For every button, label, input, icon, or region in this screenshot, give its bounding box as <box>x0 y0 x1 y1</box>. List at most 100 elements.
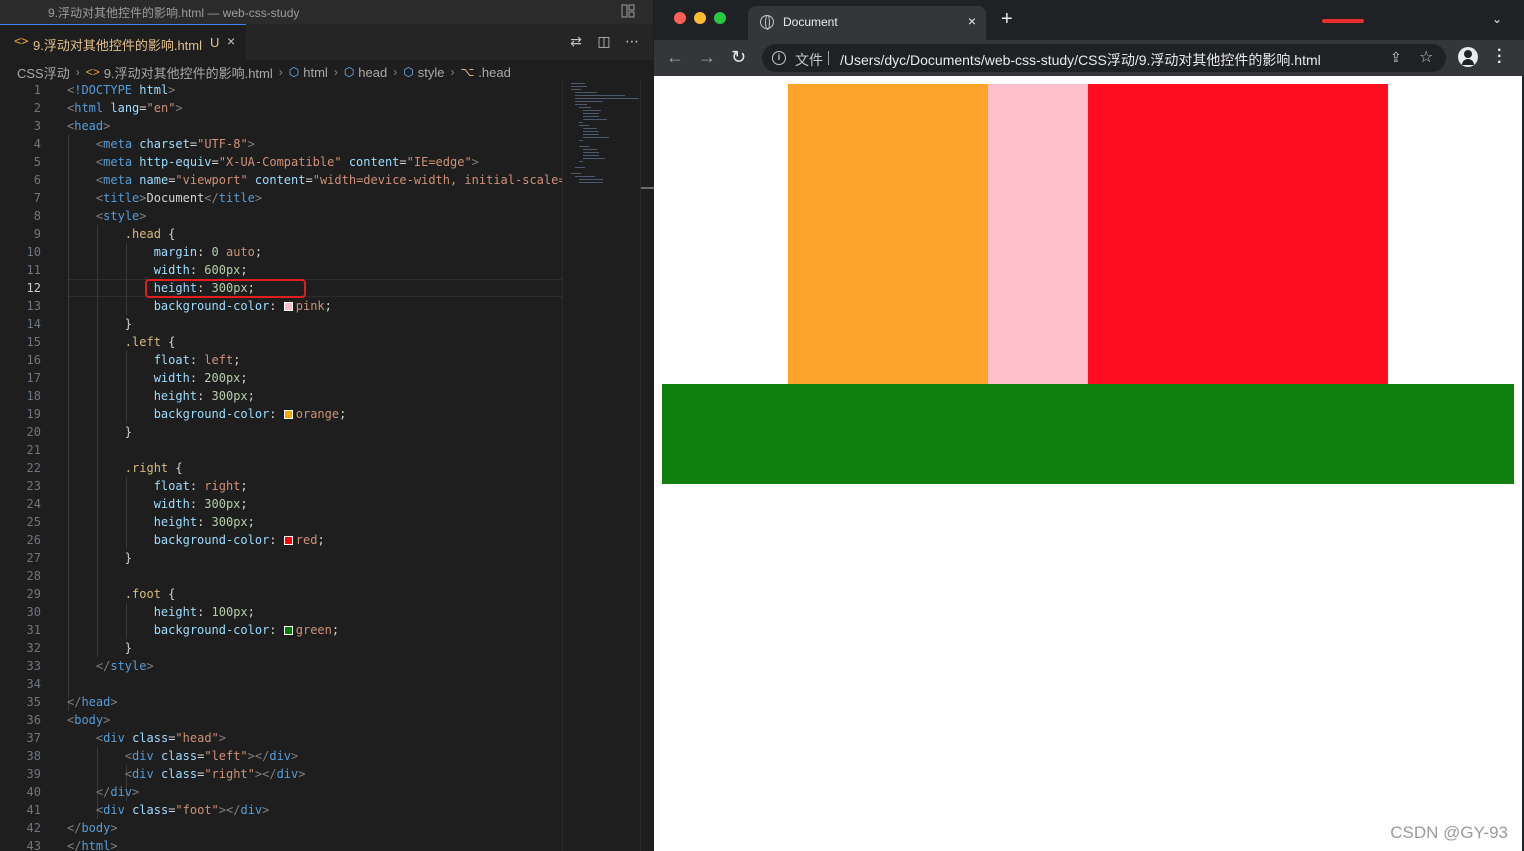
code-line: 11 width: 600px; <box>26 263 248 277</box>
cube-icon: ⬡ <box>343 65 355 79</box>
code-line: 25 height: 300px; <box>26 515 255 529</box>
maximize-window-button[interactable] <box>714 12 726 24</box>
code-line: 3 <head> <box>33 119 111 133</box>
url-scheme: 文件 <box>795 52 823 68</box>
code-line: 43 </html> <box>26 839 118 851</box>
code-line: 2 <html lang="en"> <box>33 101 183 115</box>
code-line: 8 <style> <box>33 209 147 223</box>
kebab-menu-icon[interactable]: · · · <box>1497 43 1502 71</box>
chevron-right-icon: › <box>393 65 398 79</box>
foot-div <box>662 384 1514 484</box>
bookmark-star-icon[interactable]: ☆ <box>1419 47 1433 67</box>
tab-actions: ⇄ ◫ ⋯ <box>569 34 639 48</box>
code-editor-window: 9.浮动对其他控件的影响.html — web-css-study <> 9.浮… <box>0 0 654 851</box>
minimap[interactable] <box>562 81 640 851</box>
more-icon[interactable]: ⋯ <box>625 34 639 48</box>
breadcrumb-file[interactable]: 9.浮动对其他控件的影响.html <box>104 63 273 82</box>
code-line: 6 <meta name="viewport" content="width=d… <box>33 173 562 187</box>
chevron-right-icon: › <box>278 65 283 79</box>
breadcrumb-style[interactable]: style <box>418 65 445 80</box>
url-text[interactable]: /Users/dyc/Documents/web-css-study/CSS浮动… <box>840 50 1321 70</box>
editor-titlebar: 9.浮动对其他控件的影响.html — web-css-study <box>0 0 653 24</box>
new-tab-button[interactable]: + <box>1001 9 1013 29</box>
browser-tab-title: Document <box>783 15 838 29</box>
code-line: 31 background-color: green; <box>26 623 340 637</box>
code-line: 10 margin: 0 auto; <box>26 245 263 259</box>
code-line: 4 <meta charset="UTF-8"> <box>33 137 255 151</box>
cube-icon: ⬡ <box>403 65 414 79</box>
back-button[interactable]: ← <box>666 46 684 68</box>
chevron-down-icon[interactable]: ⌄ <box>1492 12 1502 26</box>
color-swatch[interactable] <box>283 536 293 545</box>
address-bar[interactable]: i 文件 /Users/dyc/Documents/web-css-study/… <box>762 44 1446 72</box>
info-icon[interactable]: i <box>772 51 786 65</box>
color-swatch[interactable] <box>283 626 293 635</box>
chevron-right-icon: › <box>75 65 80 79</box>
code-line: 20 } <box>26 425 133 439</box>
code-line: 39 <div class="right"></div> <box>26 767 306 781</box>
compare-icon[interactable]: ⇄ <box>569 34 583 48</box>
editor-tabbar: <> 9.浮动对其他控件的影响.html U × ⇄ ◫ ⋯ <box>0 24 653 60</box>
code-line: 7 <title>Document</title> <box>33 191 263 205</box>
browser-tab[interactable]: Document × <box>748 6 986 40</box>
code-line: 37 <div class="head"> <box>26 731 227 745</box>
breadcrumb-folder[interactable]: CSS浮动 <box>17 63 70 82</box>
close-tab-icon[interactable]: × <box>227 33 235 49</box>
code-line: 41 <div class="foot"></div> <box>26 803 270 817</box>
left-float-div <box>788 84 988 384</box>
chevron-right-icon: › <box>450 65 455 79</box>
untracked-badge: U <box>210 35 220 50</box>
window-title: 9.浮动对其他控件的影响.html — web-css-study <box>48 6 300 20</box>
color-swatch[interactable] <box>283 410 293 419</box>
vertical-scrollbar[interactable] <box>640 81 654 851</box>
tab-filename: 9.浮动对其他控件的影响.html <box>33 38 203 53</box>
reload-button[interactable]: ↻ <box>731 46 746 68</box>
code-line: 1 <!DOCTYPE html> <box>33 83 176 97</box>
cube-icon: ⬡ <box>288 65 300 79</box>
close-window-button[interactable] <box>674 12 686 24</box>
code-line: 9 .head { <box>33 227 176 241</box>
code-line: 28 <box>26 569 41 583</box>
globe-icon <box>760 15 774 30</box>
scrollbar-thumb[interactable] <box>641 187 654 189</box>
code-line: 34 <box>26 677 41 691</box>
code-line: 14 } <box>26 317 133 331</box>
code-line: 42 </body> <box>26 821 118 835</box>
customize-layout-icon[interactable] <box>621 4 635 18</box>
breadcrumb-selector[interactable]: .head <box>478 65 511 80</box>
code-line: 38 <div class="left"></div> <box>26 749 299 763</box>
code-line: 18 height: 300px; <box>26 389 255 403</box>
color-swatch[interactable] <box>283 302 293 311</box>
head-div <box>788 84 1388 384</box>
code-line: 29 .foot { <box>26 587 176 601</box>
code-line: 40 </div> <box>26 785 140 799</box>
code-line: 22 .right { <box>26 461 183 475</box>
red-annotation-mark <box>1322 19 1364 23</box>
forward-button[interactable]: → <box>698 46 716 68</box>
code-line: 15 .left { <box>26 335 176 349</box>
selector-icon: ⌥ <box>460 65 475 79</box>
code-line: 17 width: 200px; <box>26 371 248 385</box>
code-line: 5 <meta http-equiv="X-UA-Compatible" con… <box>33 155 479 169</box>
csdn-watermark: CSDN @GY-93 <box>1390 823 1508 842</box>
code-line: 24 width: 300px; <box>26 497 248 511</box>
minimize-window-button[interactable] <box>694 12 706 24</box>
split-editor-icon[interactable]: ◫ <box>597 34 611 48</box>
code-line: 32 } <box>26 641 133 655</box>
code-line: 13 background-color: pink; <box>26 299 332 313</box>
close-tab-icon[interactable]: × <box>968 13 976 29</box>
browser-toolbar: ← → ↻ i 文件 /Users/dyc/Documents/web-css-… <box>654 40 1524 76</box>
editor-tab[interactable]: <> 9.浮动对其他控件的影响.html U × <box>0 24 246 60</box>
breadcrumb-html[interactable]: html <box>303 65 328 80</box>
code-line: 16 float: left; <box>26 353 241 367</box>
profile-avatar-icon[interactable] <box>1458 47 1478 67</box>
code-area[interactable]: 1 <!DOCTYPE html> 2 <html lang="en"> 3 <hea… <box>0 81 562 851</box>
breadcrumb-head[interactable]: head <box>358 65 387 80</box>
share-icon[interactable]: ⇪ <box>1390 49 1402 66</box>
code-line: 27 } <box>26 551 133 565</box>
code-line: 21 <box>26 443 41 457</box>
code-line: 23 float: right; <box>26 479 248 493</box>
code-line: 30 height: 100px; <box>26 605 255 619</box>
breadcrumb: CSS浮动 › <> 9.浮动对其他控件的影响.html › ⬡ html › … <box>17 63 511 81</box>
html-icon: <> <box>14 34 29 48</box>
